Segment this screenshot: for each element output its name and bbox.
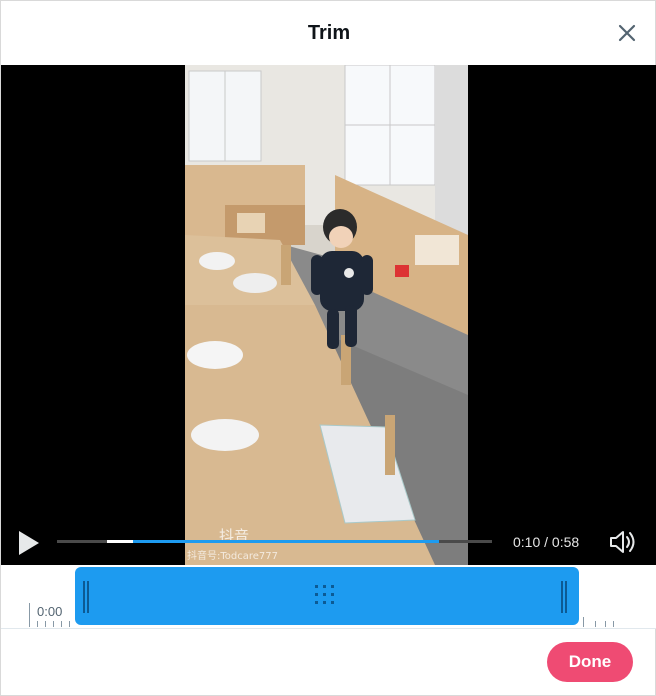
play-icon xyxy=(19,531,39,555)
timeline-tick xyxy=(605,621,606,627)
trim-end-handle[interactable] xyxy=(561,581,569,613)
trim-dialog: Trim 抖音 抖音号:Todcare777 0:10 / 0:58 0:00 … xyxy=(0,0,656,696)
volume-icon xyxy=(610,531,635,553)
timeline-tick xyxy=(595,621,596,627)
done-button[interactable]: Done xyxy=(547,642,633,682)
video-player[interactable]: 抖音 抖音号:Todcare777 xyxy=(1,65,656,565)
drag-handle-icon[interactable] xyxy=(315,585,339,607)
timeline-tick xyxy=(61,621,62,627)
close-icon xyxy=(618,24,636,42)
video-watermark-id: 抖音号:Todcare777 xyxy=(187,551,279,562)
dialog-footer: Done xyxy=(1,629,656,696)
timeline-tick xyxy=(69,621,70,627)
played-segment xyxy=(133,540,439,543)
video-frame xyxy=(185,65,468,565)
video-still xyxy=(185,65,468,565)
timeline-tick xyxy=(583,617,584,627)
volume-button[interactable] xyxy=(607,528,637,556)
trim-selection[interactable] xyxy=(75,567,579,625)
timeline-tick xyxy=(37,621,38,627)
dialog-header: Trim xyxy=(1,1,656,65)
close-button[interactable] xyxy=(613,19,641,47)
timeline-tick xyxy=(53,621,54,627)
buffered-segment xyxy=(107,540,133,543)
dialog-title: Trim xyxy=(307,22,351,44)
playback-timecode: 0:10 / 0:58 xyxy=(513,534,580,550)
timeline-tick xyxy=(45,621,46,627)
timeline-tick xyxy=(29,603,30,627)
playback-scrubber[interactable] xyxy=(57,540,492,543)
timeline-start-label: 0:00 xyxy=(37,604,63,619)
trim-timeline[interactable]: 0:00 xyxy=(1,565,656,629)
play-button[interactable] xyxy=(15,529,41,557)
trim-start-handle[interactable] xyxy=(83,581,91,613)
timeline-tick xyxy=(613,621,614,627)
